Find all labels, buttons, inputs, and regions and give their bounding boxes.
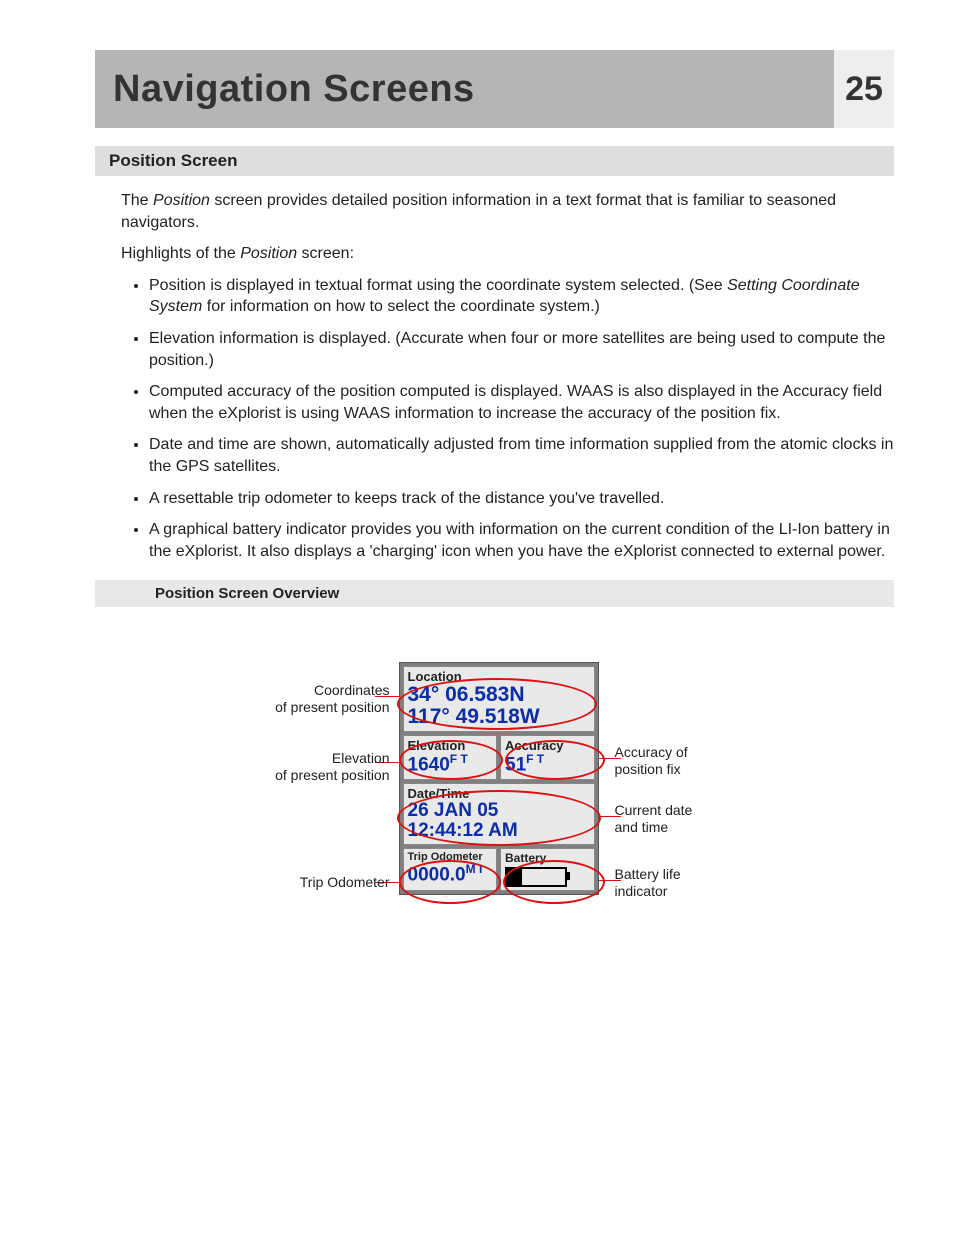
accuracy-value: 51F T: [505, 753, 590, 775]
elev-acc-row: Elevation 1640F T Accuracy 51F T: [403, 735, 595, 779]
text: Computed accuracy of the position comput…: [149, 383, 882, 422]
callout-elevation: Elevation of present position: [250, 750, 390, 784]
text: 51: [505, 755, 526, 776]
list-item: A resettable trip odometer to keeps trac…: [149, 488, 894, 510]
intro-paragraph-1: The Position screen provides detailed po…: [121, 190, 894, 233]
text: 1640: [408, 755, 450, 776]
battery-label: Battery: [505, 851, 590, 865]
battery-panel: Battery: [500, 848, 595, 891]
datetime-panel: Date/Time 26 JAN 05 12:44:12 AM: [403, 783, 595, 845]
battery-icon: [505, 867, 567, 887]
elevation-panel: Elevation 1640F T: [403, 735, 498, 779]
text: Date and time are shown, automatically a…: [149, 436, 893, 475]
italic-text: Position: [240, 245, 297, 262]
unit: M I: [466, 862, 483, 876]
location-panel: Location 34° 06.583N 117° 49.518W: [403, 666, 595, 732]
page-title: Navigation Screens: [95, 50, 834, 128]
accuracy-panel: Accuracy 51F T: [500, 735, 595, 779]
text: screen provides detailed position inform…: [121, 192, 836, 231]
body-copy: The Position screen provides detailed po…: [95, 176, 894, 562]
accuracy-label: Accuracy: [505, 738, 590, 753]
italic-text: Position: [153, 192, 210, 209]
section-heading: Position Screen: [95, 146, 894, 176]
list-item: Position is displayed in textual format …: [149, 275, 894, 318]
list-item: Date and time are shown, automatically a…: [149, 434, 894, 477]
text: screen:: [297, 245, 354, 262]
device-screen: Location 34° 06.583N 117° 49.518W Elevat…: [399, 662, 599, 894]
battery-fill: [507, 869, 522, 885]
callout-datetime: Current date and time: [615, 802, 755, 836]
callout-accuracy: Accuracy of position fix: [615, 744, 755, 778]
text: Position is displayed in textual format …: [149, 277, 727, 294]
text: for information on how to select the coo…: [202, 298, 600, 315]
longitude-value: 117° 49.518W: [408, 706, 590, 728]
callout-odometer: Trip Odometer: [250, 874, 390, 891]
text: Highlights of the: [121, 245, 240, 262]
odo-batt-row: Trip Odometer 0000.0M I Battery: [403, 848, 595, 891]
elevation-label: Elevation: [408, 738, 493, 753]
date-value: 26 JAN 05: [408, 801, 590, 821]
callout-coordinates: Coordinates of present position: [250, 682, 390, 716]
time-value: 12:44:12 AM: [408, 821, 590, 841]
text: A graphical battery indicator provides y…: [149, 521, 890, 560]
unit: F T: [450, 752, 468, 766]
intro-paragraph-2: Highlights of the Position screen:: [121, 243, 894, 265]
text: Elevation information is displayed. (Acc…: [149, 330, 885, 369]
position-screen-diagram: Location 34° 06.583N 117° 49.518W Elevat…: [215, 662, 775, 942]
list-item: Elevation information is displayed. (Acc…: [149, 328, 894, 371]
text: A resettable trip odometer to keeps trac…: [149, 490, 664, 507]
bullet-list: Position is displayed in textual format …: [149, 275, 894, 563]
page-number: 25: [834, 50, 894, 128]
datetime-label: Date/Time: [408, 786, 590, 801]
odometer-value: 0000.0M I: [408, 863, 493, 885]
elevation-value: 1640F T: [408, 753, 493, 775]
latitude-value: 34° 06.583N: [408, 684, 590, 706]
callout-battery: Battery life indicator: [615, 866, 755, 900]
diagram-wrap: Location 34° 06.583N 117° 49.518W Elevat…: [95, 662, 894, 942]
odometer-panel: Trip Odometer 0000.0M I: [403, 848, 498, 891]
list-item: Computed accuracy of the position comput…: [149, 381, 894, 424]
location-label: Location: [408, 669, 590, 684]
text: 0000.0: [408, 864, 466, 885]
list-item: A graphical battery indicator provides y…: [149, 519, 894, 562]
page-header: Navigation Screens 25: [95, 50, 894, 128]
overview-heading: Position Screen Overview: [95, 580, 894, 607]
text: The: [121, 192, 153, 209]
unit: F T: [526, 752, 544, 766]
